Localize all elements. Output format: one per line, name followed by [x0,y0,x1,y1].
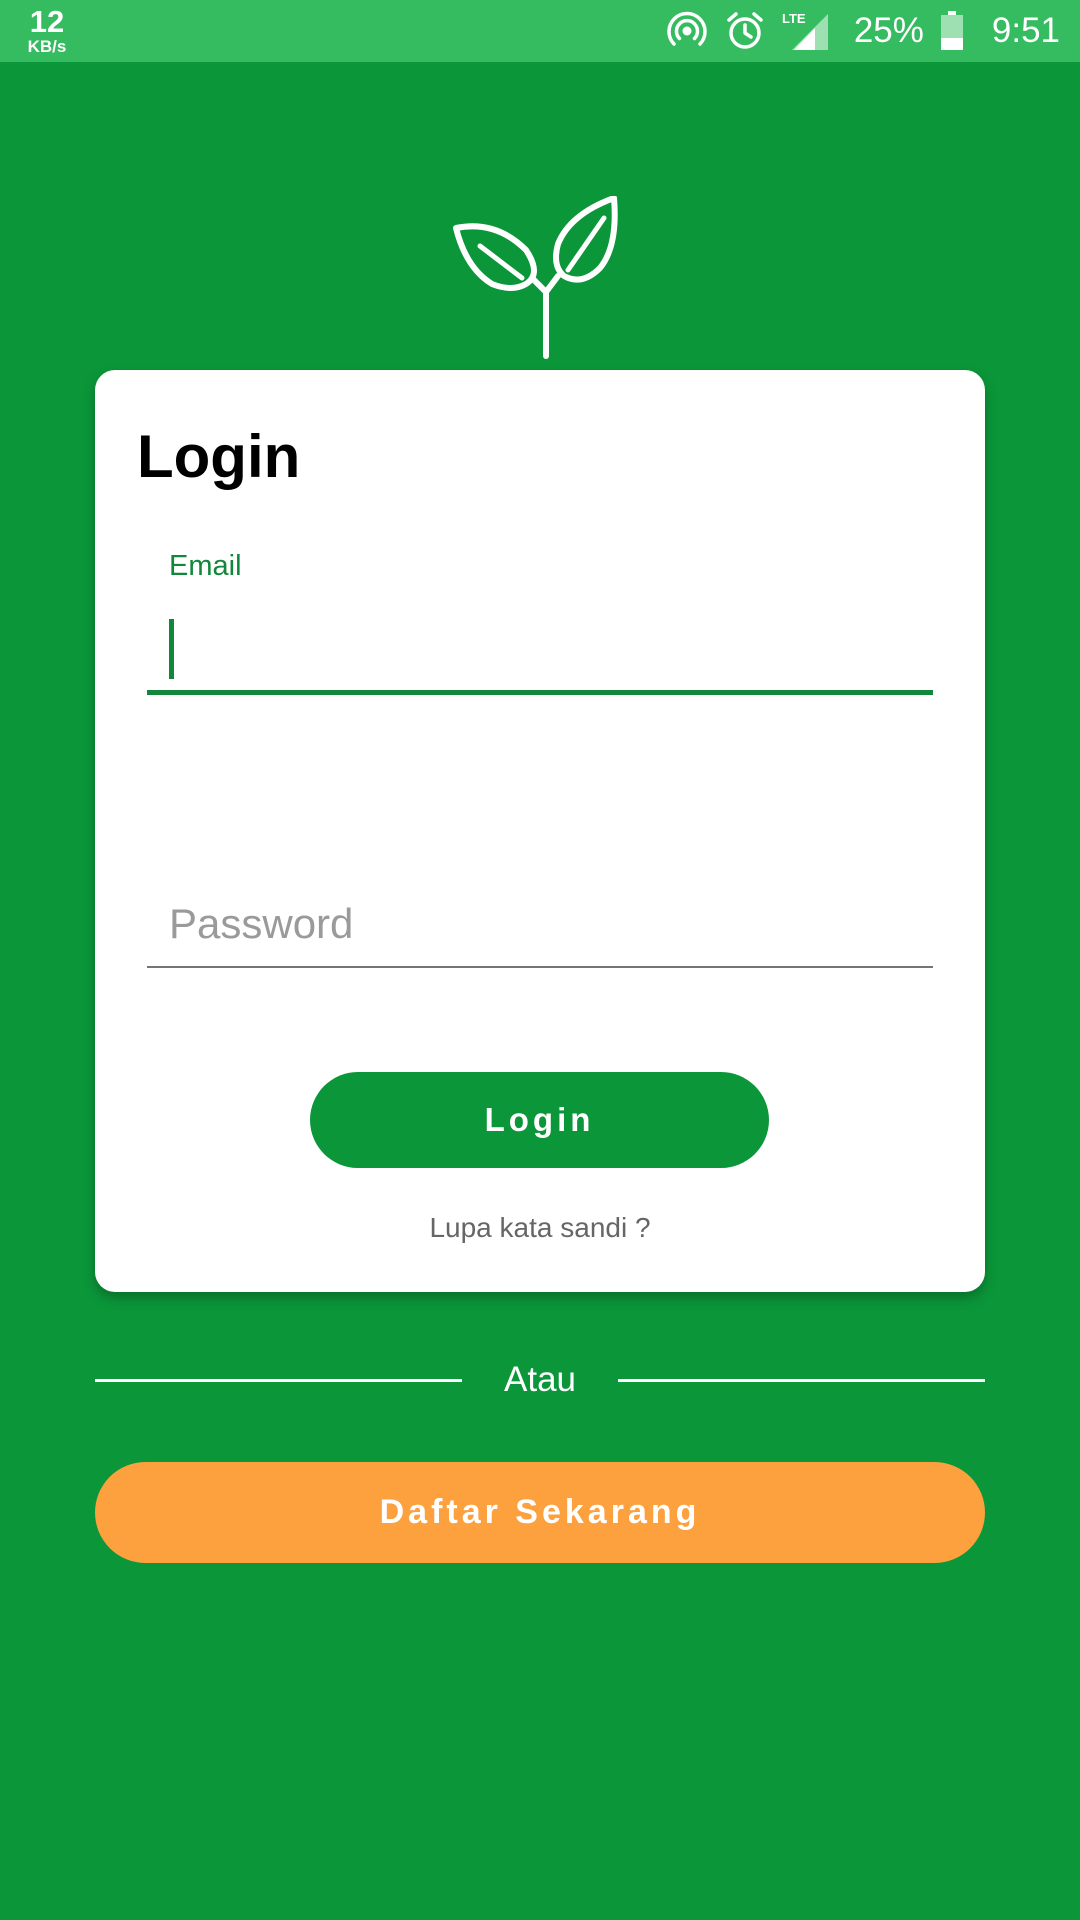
status-icons: LTE 25% 9:51 [650,0,1060,62]
battery-percent: 25% [853,11,924,50]
forgot-password-link[interactable]: Lupa kata sandi ? [95,1212,985,1244]
text-cursor [169,619,174,679]
email-input[interactable] [147,600,933,690]
register-button[interactable]: Daftar Sekarang [95,1462,985,1563]
plant-sprout-icon [450,195,630,361]
login-title: Login [137,423,301,490]
battery-icon [940,11,964,51]
status-time: 9:51 [991,11,1060,50]
status-bar: 12 KB/s LTE 25% 9:51 [0,0,1080,62]
lte-signal-icon: LTE [782,10,832,52]
network-type-label: LTE [782,11,806,26]
login-card: Login Email Login Lupa kata sandi ? [95,370,985,1292]
alarm-icon [724,10,766,52]
network-speed-value: 12 [29,4,65,39]
email-label: Email [169,550,242,582]
password-field[interactable] [147,882,933,970]
network-speed-indicator: 12 KB/s [22,6,72,55]
divider-right [618,1379,985,1382]
network-speed-unit: KB/s [27,37,67,56]
email-underline [147,690,933,695]
password-input[interactable] [147,882,933,968]
login-button[interactable]: Login [310,1072,769,1168]
divider-label: Atau [504,1360,576,1399]
hotspot-icon [666,10,708,52]
email-field[interactable]: Email [147,550,933,695]
divider-left [95,1379,462,1382]
